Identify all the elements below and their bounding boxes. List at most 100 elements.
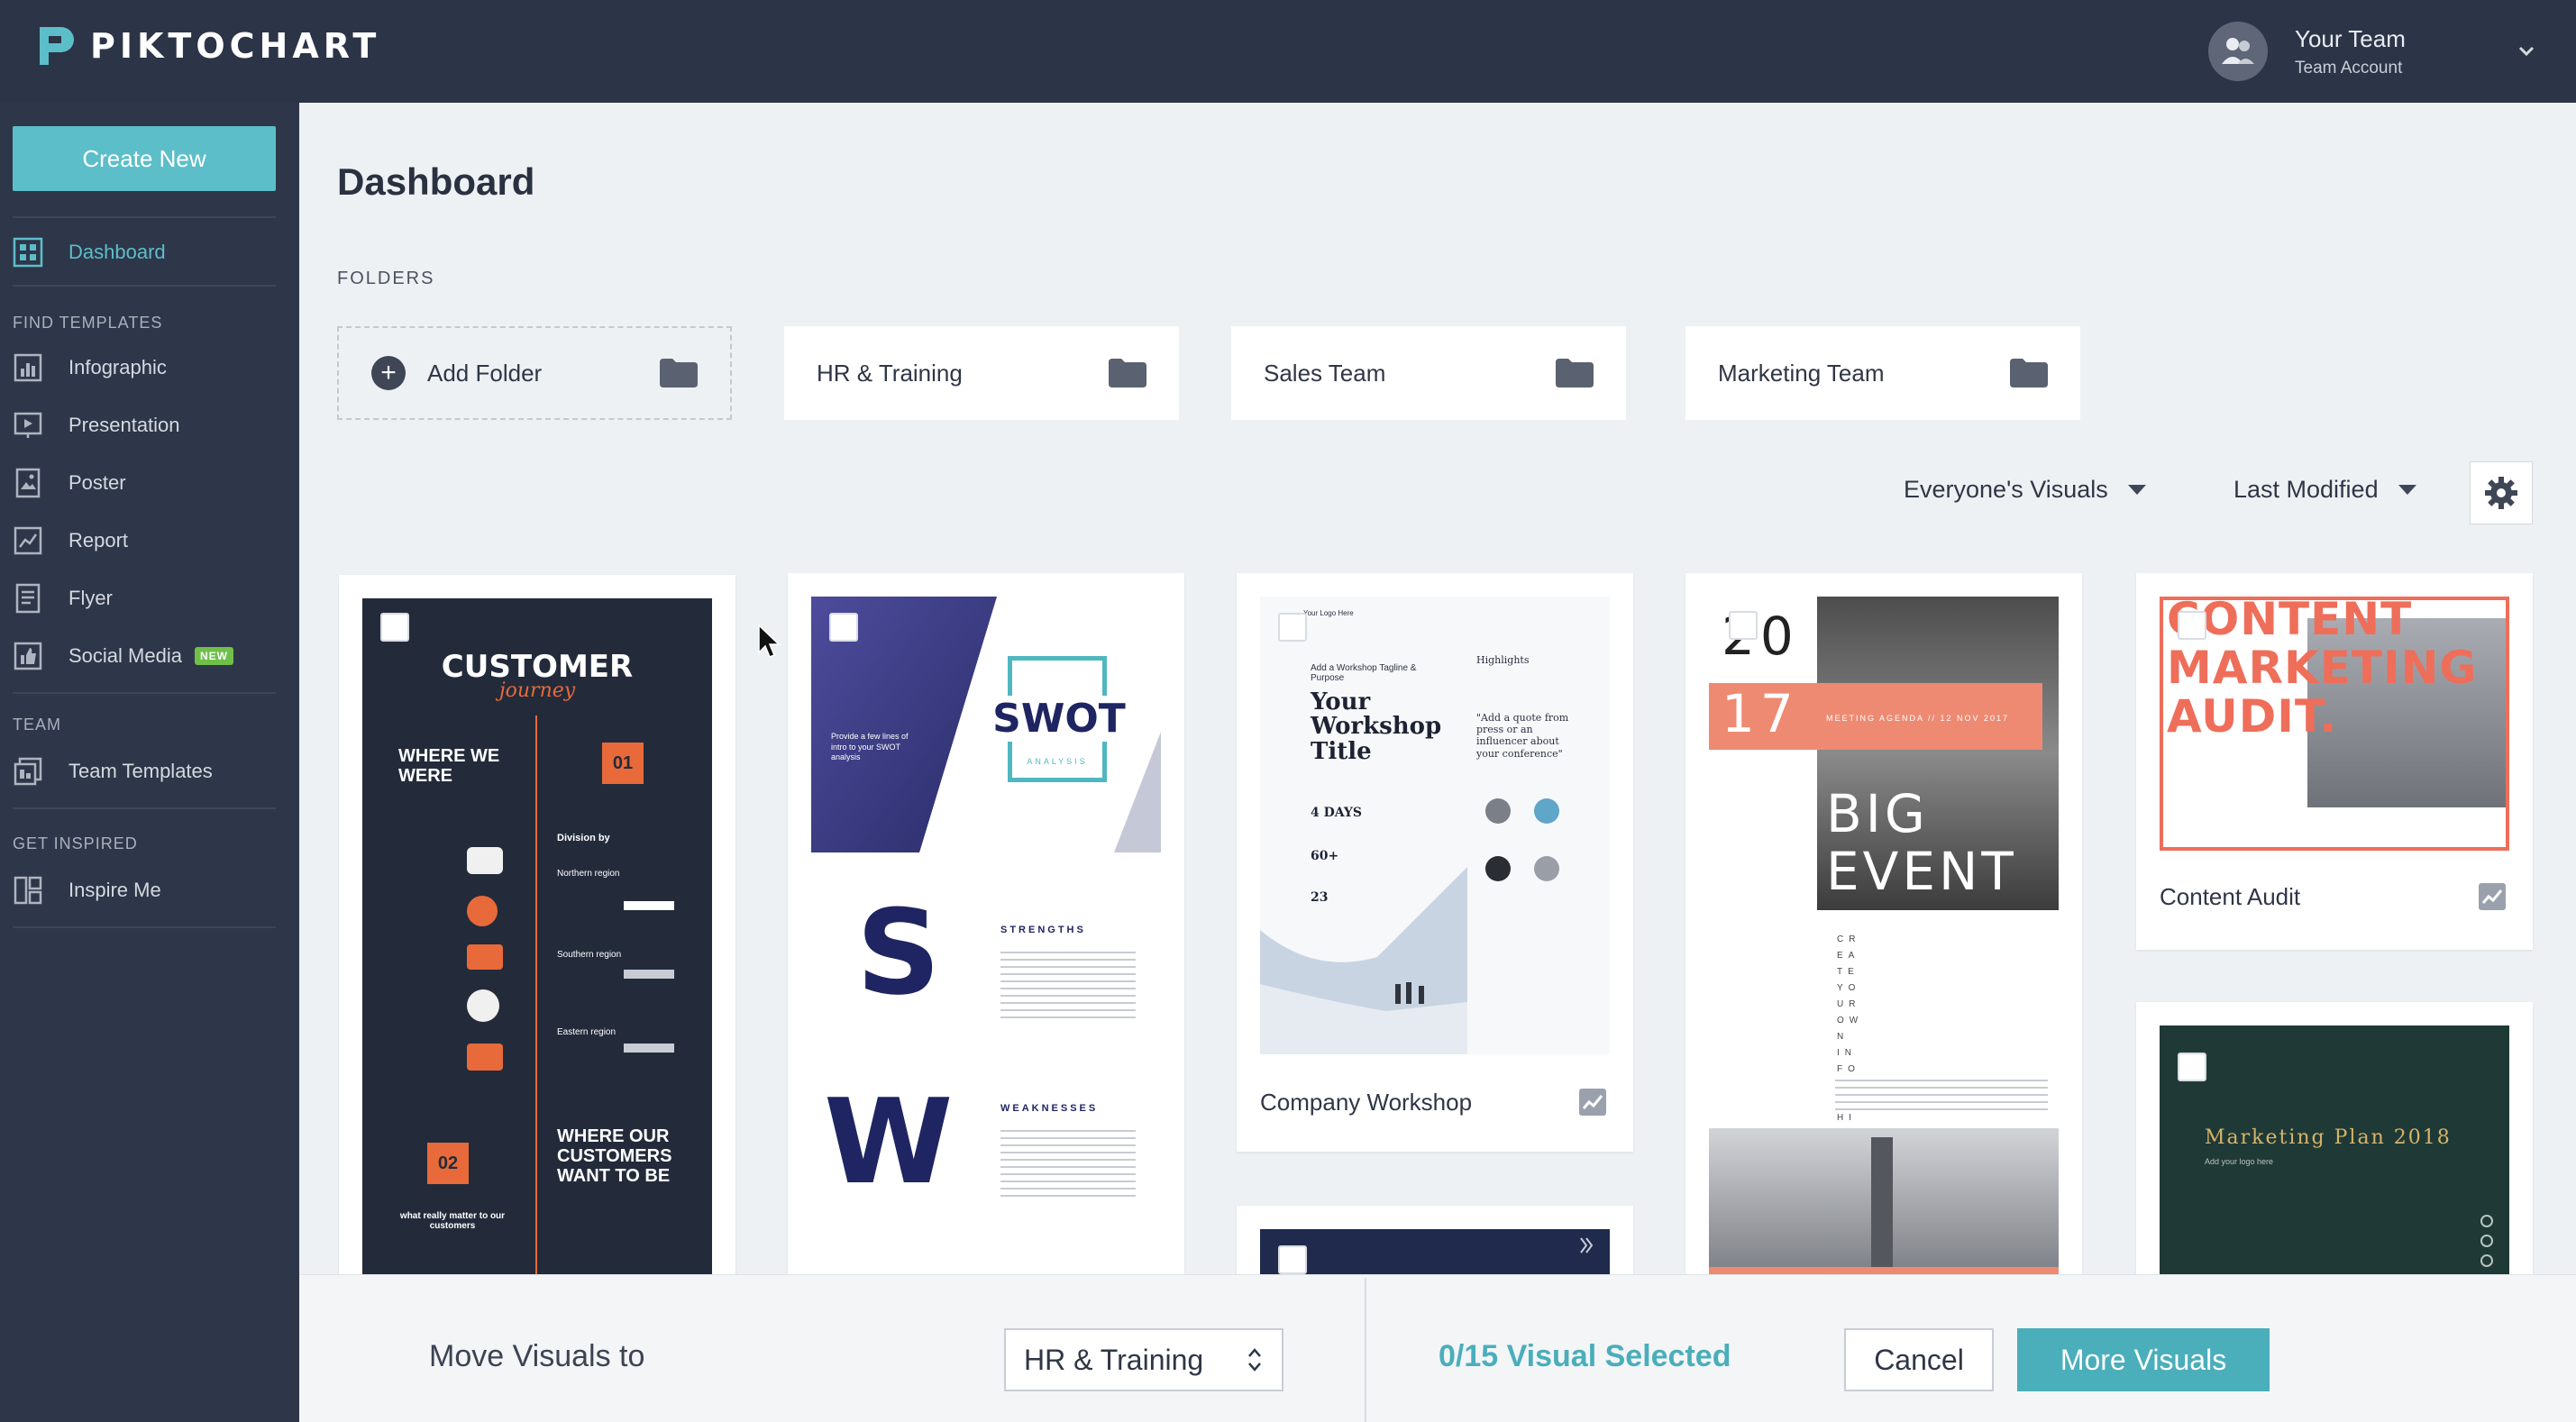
thumb-text: Your Workshop Title bbox=[1311, 688, 1442, 765]
thumb-placeholder-text bbox=[1835, 1074, 2048, 1110]
salmon-strip bbox=[1709, 1267, 2059, 1274]
dashboard-grid-icon bbox=[13, 237, 43, 268]
visual-card-partial[interactable] bbox=[1237, 1206, 1633, 1274]
owner-filter-label: Everyone's Visuals bbox=[1904, 476, 2108, 503]
piktochart-logo[interactable]: PIKTOCHART bbox=[34, 23, 380, 68]
sidebar-item-presentation[interactable]: Presentation bbox=[13, 404, 283, 447]
new-badge: NEW bbox=[194, 647, 233, 665]
thumb-text: BIG bbox=[1826, 783, 1929, 844]
visual-thumbnail bbox=[1260, 1229, 1610, 1274]
sidebar-item-team-templates[interactable]: Team Templates bbox=[13, 750, 283, 793]
social-icon bbox=[2480, 1215, 2493, 1227]
thumb-text: Northern region bbox=[557, 869, 620, 879]
sidebar-item-label: Flyer bbox=[69, 587, 113, 609]
thumb-icon bbox=[467, 1044, 503, 1071]
thumb-text: Add your logo here bbox=[2205, 1157, 2274, 1166]
infographic-icon bbox=[14, 353, 42, 382]
sidebar-item-flyer[interactable]: Flyer bbox=[13, 577, 283, 620]
visual-card-company-workshop[interactable]: Your Logo Here Add a Workshop Tagline & … bbox=[1237, 573, 1633, 1152]
thumb-icon bbox=[467, 896, 498, 926]
thumb-text: W bbox=[824, 1073, 954, 1210]
sidebar-item-social-media[interactable]: Social Media NEW bbox=[13, 634, 283, 678]
sidebar-item-poster[interactable]: Poster bbox=[13, 461, 283, 505]
sidebar-item-label: Team Templates bbox=[69, 760, 213, 782]
select-checkbox[interactable] bbox=[380, 613, 409, 642]
folder-hr-training[interactable]: HR & Training bbox=[784, 326, 1179, 420]
thumb-text: "Add a quote from press or an influencer… bbox=[1476, 712, 1569, 760]
inspire-me-icon bbox=[14, 876, 42, 905]
thumb-text: SWOT bbox=[991, 696, 1127, 742]
team-avatar-icon bbox=[2208, 22, 2268, 81]
visual-card-marketing-plan[interactable]: Marketing Plan 2018 Add your logo here bbox=[2136, 1002, 2533, 1274]
sidebar-item-label: Presentation bbox=[69, 414, 180, 436]
user-name: Your Team bbox=[2295, 24, 2406, 52]
visual-thumbnail: CUSTOMER journey WHERE WE WERE 01 Divisi… bbox=[362, 598, 712, 1274]
page-title: Dashboard bbox=[337, 160, 535, 203]
thumb-icon bbox=[467, 847, 503, 874]
social-media-icon bbox=[14, 642, 42, 670]
folder-marketing-team[interactable]: Marketing Team bbox=[1685, 326, 2080, 420]
owner-filter-dropdown[interactable]: Everyone's Visuals bbox=[1904, 476, 2146, 504]
gear-icon bbox=[2485, 477, 2517, 509]
speaker-avatar bbox=[1534, 798, 1559, 824]
settings-button[interactable] bbox=[2470, 461, 2533, 524]
social-icon bbox=[2480, 1235, 2493, 1247]
select-checkbox[interactable] bbox=[1278, 613, 1307, 642]
visual-card-content-audit[interactable]: CONTENT MARKETING AUDIT. Content Audit bbox=[2136, 573, 2533, 950]
sidebar-divider bbox=[13, 285, 276, 287]
folder-label: HR & Training bbox=[817, 359, 963, 387]
folder-label: Sales Team bbox=[1264, 359, 1386, 387]
chevron-down-icon[interactable] bbox=[2513, 38, 2540, 65]
thumb-text: MEETING AGENDA // 12 NOV 2017 bbox=[1826, 714, 2010, 723]
select-checkbox[interactable] bbox=[829, 613, 858, 642]
sidebar-item-label: Infographic bbox=[69, 356, 167, 378]
user-account-type: Team Account bbox=[2295, 58, 2403, 77]
create-new-button[interactable]: Create New bbox=[13, 126, 276, 191]
user-info: Your Team Team Account bbox=[2295, 25, 2493, 78]
visual-thumbnail: CONTENT MARKETING AUDIT. bbox=[2160, 597, 2509, 851]
sidebar-item-report[interactable]: Report bbox=[13, 519, 283, 562]
visual-card-big-event[interactable]: 20 17 MEETING AGENDA // 12 NOV 2017 BIG … bbox=[1685, 573, 2082, 1274]
thumb-text: what really matter to our customers bbox=[399, 1211, 506, 1231]
thumb-text: Highlights bbox=[1476, 654, 1530, 666]
visual-card-swot-analysis[interactable]: Provide a few lines of intro to your SWO… bbox=[788, 573, 1184, 1274]
sidebar-item-infographic[interactable]: Infographic bbox=[13, 346, 283, 389]
caret-down-icon bbox=[2398, 485, 2416, 495]
team-templates-icon bbox=[14, 757, 42, 786]
add-folder-button[interactable]: + Add Folder bbox=[337, 326, 732, 420]
empire-state-building bbox=[1871, 1137, 1893, 1274]
move-visuals-label: Move Visuals to bbox=[429, 1339, 645, 1373]
presentation-icon bbox=[14, 412, 42, 438]
top-bar: PIKTOCHART Your Team Team Account bbox=[0, 0, 2576, 103]
poster-icon bbox=[15, 468, 41, 498]
folders-heading: FOLDERS bbox=[337, 269, 435, 288]
folder-sales-team[interactable]: Sales Team bbox=[1231, 326, 1626, 420]
select-checkbox[interactable] bbox=[2178, 611, 2206, 640]
select-checkbox[interactable] bbox=[1729, 611, 1758, 640]
thumb-bar bbox=[624, 1044, 674, 1053]
thumb-text: 01 bbox=[602, 743, 644, 784]
flyer-icon bbox=[15, 583, 41, 614]
team-heading: TEAM bbox=[13, 716, 62, 734]
more-visuals-button[interactable]: More Visuals bbox=[2017, 1328, 2270, 1391]
visual-card-customer-journey[interactable]: CUSTOMER journey WHERE WE WERE 01 Divisi… bbox=[339, 575, 735, 1274]
move-target-select[interactable]: HR & Training bbox=[1004, 1328, 1283, 1391]
sidebar-divider bbox=[13, 216, 276, 218]
thumb-text: Division by bbox=[557, 833, 610, 843]
caret-down-icon bbox=[2127, 485, 2146, 495]
select-checkbox[interactable] bbox=[1278, 1245, 1307, 1274]
thumb-text: Eastern region bbox=[557, 1027, 617, 1037]
thumb-text: 02 bbox=[427, 1143, 469, 1184]
plus-circle-icon: + bbox=[371, 356, 406, 390]
cancel-button[interactable]: Cancel bbox=[1844, 1328, 1994, 1391]
sidebar-item-inspire-me[interactable]: Inspire Me bbox=[13, 869, 283, 912]
select-checkbox[interactable] bbox=[2178, 1053, 2206, 1081]
thumb-decor bbox=[1580, 1237, 1594, 1253]
thumb-text: 4 DAYS bbox=[1311, 806, 1363, 820]
sidebar-item-dashboard[interactable]: Dashboard bbox=[13, 231, 283, 274]
thumb-text: S bbox=[856, 884, 941, 1021]
sort-dropdown[interactable]: Last Modified bbox=[2233, 476, 2416, 504]
mouse-cursor-icon bbox=[758, 624, 781, 658]
user-menu[interactable]: Your Team Team Account bbox=[2208, 16, 2540, 87]
timeline-line bbox=[535, 716, 537, 1274]
